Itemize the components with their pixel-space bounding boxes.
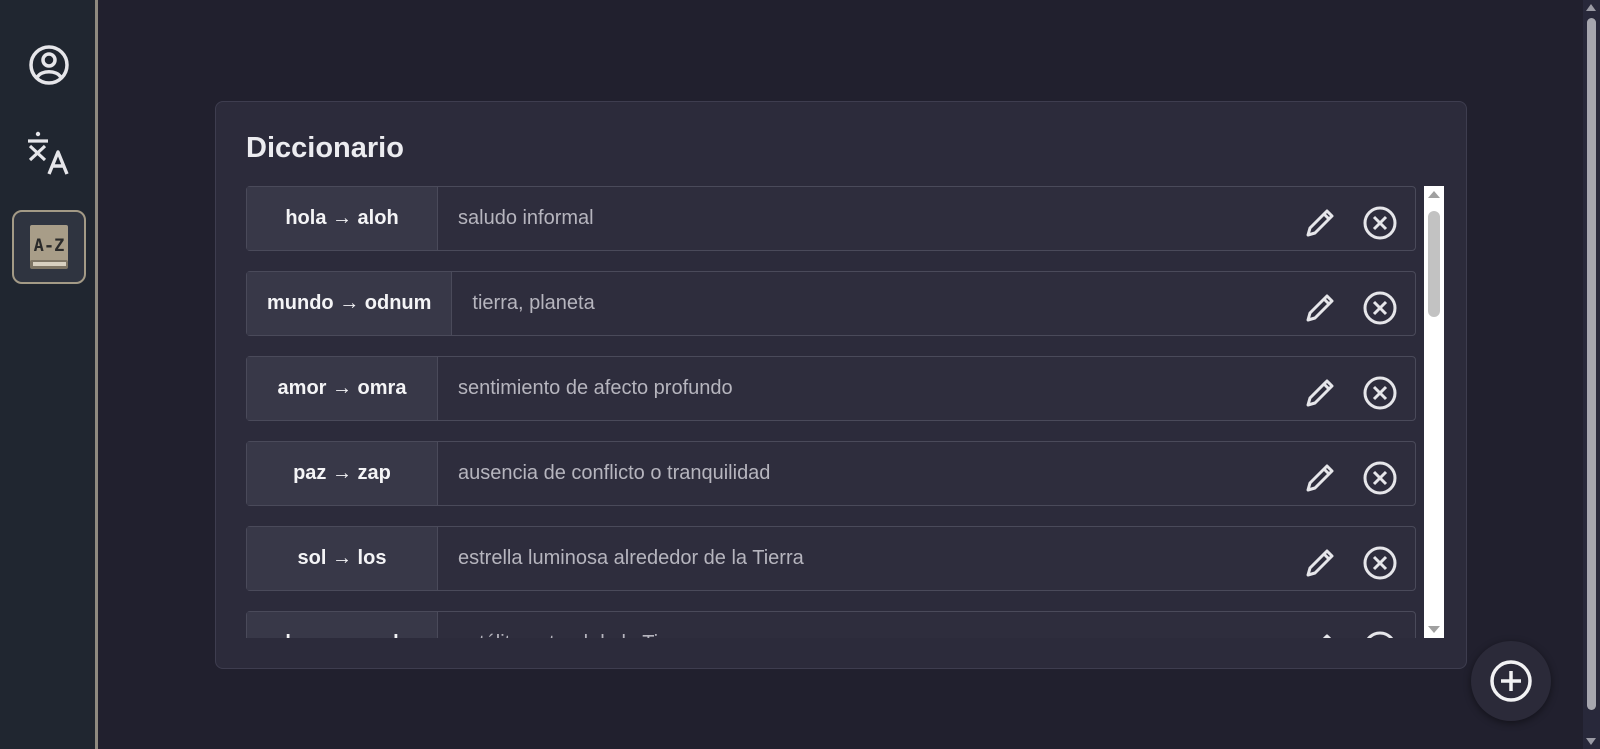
- delete-button[interactable]: [1355, 272, 1405, 335]
- delete-button[interactable]: [1355, 442, 1405, 505]
- page-title: Diccionario: [246, 132, 404, 164]
- svg-text:A-Z: A-Z: [34, 236, 65, 256]
- edit-button[interactable]: [1295, 612, 1345, 638]
- scrollbar-thumb[interactable]: [1428, 211, 1440, 317]
- app-root: A-Z Diccionario hola → aloh saludo infor…: [0, 0, 1600, 749]
- delete-button[interactable]: [1355, 357, 1405, 420]
- entry-word: mundo → odnum: [247, 272, 453, 335]
- entry-word: luna → anul: [247, 612, 438, 638]
- list-scrollbar[interactable]: [1424, 186, 1444, 638]
- sidebar: A-Z: [0, 0, 98, 749]
- entry-definition: estrella luminosa alrededor de la Tierra: [458, 547, 804, 569]
- pencil-icon: [1306, 379, 1334, 406]
- user-circle-icon: [29, 45, 69, 85]
- close-circle-icon: [1363, 546, 1397, 579]
- dictionary-az-icon: A-Z: [30, 225, 68, 269]
- pencil-icon: [1306, 294, 1334, 321]
- close-circle-icon: [1363, 206, 1397, 239]
- scroll-down-arrow[interactable]: [1428, 626, 1440, 633]
- dictionary-list: hola → aloh saludo informal mundo → odnu…: [246, 186, 1444, 638]
- close-circle-icon: [1363, 461, 1397, 494]
- edit-button[interactable]: [1295, 357, 1345, 420]
- page-scrollbar[interactable]: [1583, 0, 1600, 749]
- list-item: hola → aloh saludo informal: [246, 186, 1416, 251]
- page-scroll-down-arrow[interactable]: [1586, 738, 1596, 745]
- delete-button[interactable]: [1355, 527, 1405, 590]
- page-scroll-up-arrow[interactable]: [1586, 4, 1596, 11]
- delete-button[interactable]: [1355, 187, 1405, 250]
- pencil-icon: [1306, 464, 1334, 491]
- entry-definition: satélite natural de la Tierra: [438, 612, 1295, 638]
- sidebar-item-translate[interactable]: [12, 117, 86, 191]
- edit-button[interactable]: [1295, 272, 1345, 335]
- list-item: paz → zap ausencia de conflicto o tranqu…: [246, 441, 1416, 506]
- scroll-up-arrow[interactable]: [1428, 191, 1440, 198]
- list-item: sol → los estrella luminosa alrededor de…: [246, 526, 1416, 591]
- plus-circle-icon: [1490, 660, 1532, 702]
- edit-button[interactable]: [1295, 187, 1345, 250]
- page-scrollbar-thumb[interactable]: [1587, 18, 1596, 710]
- entry-definition: sentimiento de afecto profundo: [458, 377, 733, 399]
- list-item: mundo → odnum tierra, planeta: [246, 271, 1416, 336]
- list-item: luna → anul satélite natural de la Tierr…: [246, 611, 1416, 638]
- pencil-icon: [1306, 549, 1334, 576]
- close-circle-icon: [1363, 291, 1397, 324]
- edit-button[interactable]: [1295, 442, 1345, 505]
- entry-word: sol → los: [247, 527, 438, 590]
- edit-button[interactable]: [1295, 527, 1345, 590]
- entry-definition: tierra, planeta: [472, 292, 595, 314]
- entry-definition: ausencia de conflicto o tranquilidad: [458, 462, 771, 484]
- delete-button[interactable]: [1355, 612, 1405, 638]
- close-circle-icon: [1366, 631, 1394, 638]
- entry-word: hola → aloh: [247, 187, 438, 250]
- pencil-icon: [1306, 209, 1334, 236]
- translate-icon: [28, 131, 69, 175]
- pencil-icon: [1322, 634, 1332, 638]
- entry-word: amor → omra: [247, 357, 438, 420]
- entry-definition: saludo informal: [458, 207, 594, 229]
- dictionary-panel: Diccionario hola → aloh saludo informal …: [215, 101, 1467, 669]
- add-entry-button[interactable]: [1471, 641, 1551, 721]
- list-item: amor → omra sentimiento de afecto profun…: [246, 356, 1416, 421]
- entry-word: paz → zap: [247, 442, 438, 505]
- sidebar-item-dictionary[interactable]: A-Z: [12, 210, 86, 284]
- sidebar-item-profile[interactable]: [12, 28, 86, 102]
- close-circle-icon: [1363, 376, 1397, 409]
